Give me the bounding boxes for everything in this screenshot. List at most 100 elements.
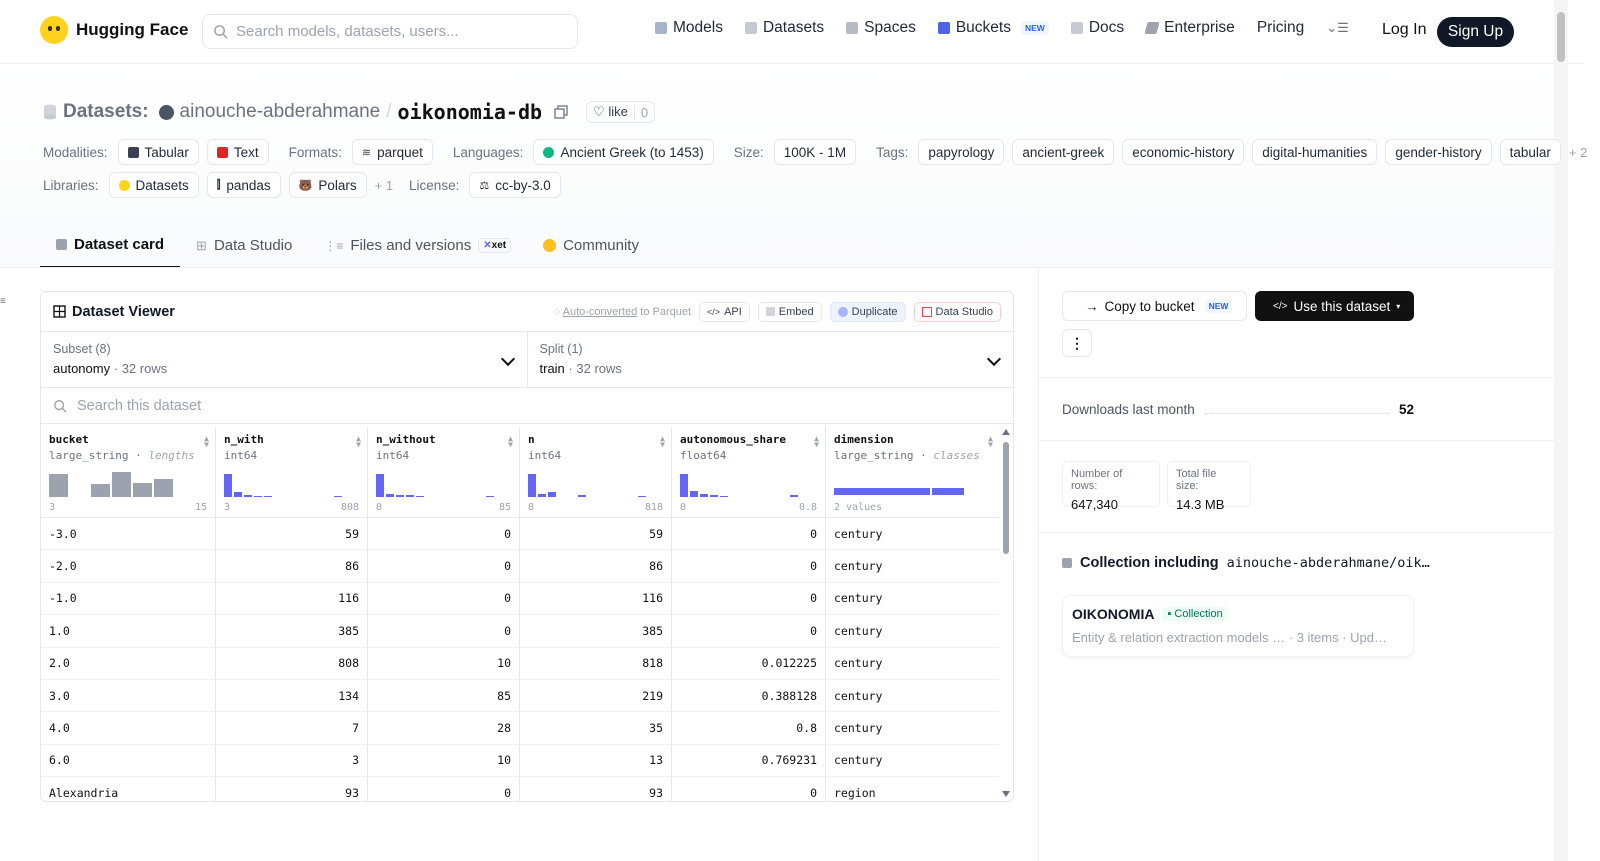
tag-chip[interactable]: gender-history <box>1385 139 1492 165</box>
table-row[interactable]: Alexandria 93 0 93 0 region <box>41 777 999 801</box>
table-cell[interactable]: 0 <box>368 582 520 615</box>
table-cell[interactable]: 818 <box>520 647 672 679</box>
table-cell[interactable]: 808 <box>216 647 368 679</box>
column-header[interactable]: n_without int64 ▲ ▼ 0 85 <box>368 426 520 517</box>
tag-chip[interactable]: ancient-greek <box>1012 139 1115 165</box>
format-chip[interactable]: ≋ parquet <box>351 139 433 165</box>
column-histogram[interactable] <box>528 469 646 497</box>
library-chip[interactable]: ⫿ pandas <box>206 172 281 198</box>
nav-spaces[interactable]: Spaces <box>846 19 916 37</box>
owner-avatar[interactable] <box>158 104 174 120</box>
table-cell[interactable]: 59 <box>216 518 368 550</box>
global-search-input[interactable] <box>236 23 556 40</box>
table-cell[interactable]: -2.0 <box>41 550 216 582</box>
table-cell[interactable]: 1.0 <box>41 615 216 647</box>
nav-more-menu[interactable]: ⌄☰ <box>1326 20 1349 36</box>
like-button[interactable]: ♡ like 0 <box>586 101 656 123</box>
table-row[interactable]: 2.0 808 10 818 0.012225 century <box>41 647 999 680</box>
language-chip[interactable]: Ancient Greek (to 1453) <box>533 139 714 165</box>
column-header[interactable]: n_with int64 ▲ ▼ 3 808 <box>216 426 368 517</box>
tags-more[interactable]: + 2 <box>1569 145 1587 160</box>
table-cell[interactable]: 0.769231 <box>672 744 826 777</box>
tag-chip[interactable]: tabular <box>1499 139 1561 165</box>
scroll-down-arrow-icon[interactable] <box>1002 791 1010 797</box>
data-studio-button[interactable]: Data Studio <box>913 301 1001 322</box>
table-row[interactable]: -3.0 59 0 59 0 century <box>41 518 999 551</box>
more-options-button[interactable]: ⋮ <box>1062 329 1092 357</box>
sort-icon[interactable]: ▲ ▼ <box>814 435 819 449</box>
tab-dataset-card[interactable]: Dataset card <box>40 223 181 268</box>
sort-icon[interactable]: ▲ ▼ <box>356 435 361 449</box>
table-cell[interactable]: century <box>826 518 999 549</box>
table-row[interactable]: -2.0 86 0 86 0 century <box>41 550 999 583</box>
column-histogram[interactable] <box>680 469 798 497</box>
embed-button[interactable]: Embed <box>757 301 822 322</box>
api-button[interactable]: </> API <box>699 301 750 322</box>
table-cell[interactable]: 59 <box>520 518 672 550</box>
table-row[interactable]: 6.0 3 10 13 0.769231 century <box>41 744 999 778</box>
table-row[interactable]: 1.0 385 0 385 0 century <box>41 615 999 648</box>
libraries-more[interactable]: + 1 <box>375 178 393 193</box>
nav-docs[interactable]: Docs <box>1070 19 1124 37</box>
dataset-name[interactable]: oikonomia-db <box>398 100 543 124</box>
scroll-up-arrow-icon[interactable] <box>1002 429 1010 435</box>
table-cell[interactable]: 0.8 <box>672 712 826 744</box>
global-search[interactable] <box>202 14 578 49</box>
table-cell[interactable]: 0 <box>672 615 826 647</box>
class-distribution-bar[interactable] <box>834 488 964 495</box>
table-cell[interactable]: 35 <box>520 712 672 744</box>
nav-datasets[interactable]: Datasets <box>744 19 824 37</box>
sort-icon[interactable]: ▲ ▼ <box>660 435 665 449</box>
modality-chip[interactable]: Tabular <box>117 139 199 165</box>
table-cell[interactable]: 116 <box>216 582 368 615</box>
table-cell[interactable]: 385 <box>216 615 368 647</box>
column-header[interactable]: n int64 ▲ ▼ 8 818 <box>520 426 672 517</box>
library-chip[interactable]: Datasets <box>108 172 199 198</box>
table-cell[interactable]: century <box>826 550 999 581</box>
table-cell[interactable]: 0 <box>368 777 520 801</box>
tag-chip[interactable]: papyrology <box>918 139 1005 165</box>
size-chip[interactable]: 100K - 1M <box>773 139 857 165</box>
table-cell[interactable]: 0 <box>672 550 826 582</box>
table-cell[interactable]: 0 <box>368 518 520 550</box>
table-cell[interactable]: 28 <box>368 712 520 744</box>
table-cell[interactable]: 4.0 <box>41 712 216 744</box>
table-cell[interactable]: 134 <box>216 679 368 712</box>
table-cell[interactable]: 93 <box>520 777 672 801</box>
table-row[interactable]: 3.0 134 85 219 0.388128 century <box>41 679 999 713</box>
column-histogram[interactable] <box>224 469 342 497</box>
table-cell[interactable]: 0.012225 <box>672 647 826 679</box>
library-chip[interactable]: 🐻 Polars <box>288 172 367 198</box>
table-cell[interactable]: 0 <box>672 518 826 550</box>
table-cell[interactable]: -1.0 <box>41 582 216 615</box>
tab-community[interactable]: Community <box>527 223 655 268</box>
auto-converted-note[interactable]: ◌ Auto-converted to Parquet <box>554 306 691 318</box>
sidebar-toggle-icon[interactable]: ≡ <box>0 296 8 307</box>
table-cell[interactable]: 3 <box>216 744 368 777</box>
nav-enterprise[interactable]: Enterprise <box>1144 19 1235 37</box>
table-cell[interactable]: 2.0 <box>41 647 216 679</box>
tag-chip[interactable]: economic-history <box>1122 139 1245 165</box>
table-cell[interactable]: 6.0 <box>41 744 216 777</box>
signup-button[interactable]: Sign Up <box>1437 17 1514 47</box>
grid-scrollbar[interactable] <box>1001 426 1013 801</box>
table-cell[interactable]: 0 <box>368 615 520 647</box>
nav-buckets[interactable]: Buckets NEW <box>937 19 1049 37</box>
collection-card[interactable]: OIKONOMIA ▪ Collection Entity & relation… <box>1062 595 1414 657</box>
sort-icon[interactable]: ▲ ▼ <box>988 435 993 449</box>
column-histogram[interactable] <box>49 469 173 497</box>
table-cell[interactable]: 385 <box>520 615 672 647</box>
grid-scrollbar-thumb[interactable] <box>1003 442 1009 554</box>
copy-to-bucket-button[interactable]: → Copy to bucket NEW <box>1062 291 1247 321</box>
column-header[interactable]: dimension large_string · classes ▲ ▼ 2 value… <box>826 426 999 517</box>
table-cell[interactable]: 86 <box>216 550 368 582</box>
table-cell[interactable]: 0 <box>672 582 826 615</box>
owner-link[interactable]: ainouche-abderahmane <box>180 101 381 123</box>
table-cell[interactable]: 13 <box>520 744 672 777</box>
table-cell[interactable]: 93 <box>216 777 368 801</box>
table-cell[interactable]: 0.388128 <box>672 679 826 712</box>
sort-icon[interactable]: ▲ ▼ <box>204 435 209 449</box>
table-cell[interactable]: century <box>826 745 999 776</box>
use-this-dataset-button[interactable]: </> Use this dataset ▾ <box>1255 291 1414 321</box>
brand-logo[interactable]: Hugging Face <box>40 16 188 44</box>
